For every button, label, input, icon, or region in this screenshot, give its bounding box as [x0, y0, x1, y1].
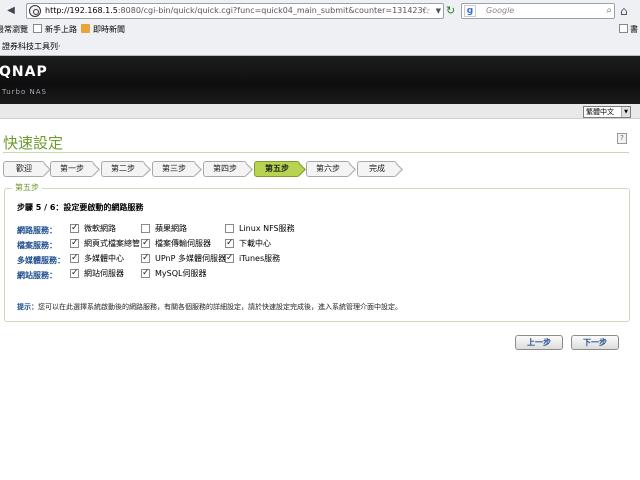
address-text[interactable]: http://192.168.1.5:8080/cgi-bin/quick/qu… [45, 6, 425, 15]
title-divider [3, 152, 629, 153]
option-label: 網站伺服器 [84, 269, 124, 278]
option-label: 蘋果網路 [155, 224, 187, 233]
address-bar[interactable]: http://192.168.1.5:8080/cgi-bin/quick/qu… [26, 3, 444, 19]
option-label: MySQL伺服器 [155, 269, 207, 278]
language-select[interactable]: 繁體中文 ▼ [583, 106, 631, 118]
site-identity-icon[interactable] [29, 5, 41, 17]
checkbox[interactable] [225, 224, 234, 233]
step-3: 第三步 [152, 161, 196, 177]
toolbar-row: 證券科技工具列· [0, 38, 640, 55]
search-bar[interactable]: g Google ⌕ [461, 3, 615, 19]
language-value: 繁體中文 [586, 108, 614, 116]
checkbox[interactable] [70, 223, 79, 234]
next-button[interactable]: 下一步 [571, 335, 619, 350]
checkbox[interactable] [141, 238, 150, 249]
option-label: 微軟網路 [84, 224, 116, 233]
bookmark-label: 即時新聞 [93, 25, 125, 34]
reload-icon[interactable]: ↻ [446, 4, 455, 18]
step-4: 第四步 [203, 161, 247, 177]
checkbox[interactable] [70, 253, 79, 264]
header-decoration [240, 56, 640, 104]
option-label: Linux NFS服務 [239, 224, 295, 233]
bookmark-most-visited[interactable]: 最常瀏覽 [0, 24, 28, 35]
page-title: 快速設定 [3, 134, 64, 152]
google-icon[interactable]: g [464, 5, 476, 17]
step-1: 第一步 [50, 161, 94, 177]
back-icon[interactable]: ◀ [3, 4, 19, 18]
option-label: 多媒體中心 [84, 254, 124, 263]
previous-button[interactable]: 上一步 [515, 335, 563, 350]
browser-chrome: ◀ http://192.168.1.5:8080/cgi-bin/quick/… [0, 0, 640, 56]
file-services-label: 檔案服務： [17, 241, 57, 250]
rss-icon [81, 24, 90, 33]
checkbox[interactable] [225, 238, 234, 249]
bookmark-label: 最常瀏覽 [0, 25, 28, 34]
qnap-subtitle: Turbo NAS [2, 88, 47, 96]
help-icon[interactable]: ? [617, 133, 627, 144]
checkbox[interactable] [225, 253, 234, 264]
checkbox[interactable] [70, 238, 79, 249]
bookmark-label: 新手上路 [45, 25, 77, 34]
url-path: :8080/cgi-bin/quick/quick.cgi?func=quick… [117, 6, 425, 15]
step-tabs: 歡迎 第一步 第二步 第三步 第四步 第五步 第六步 完成 [0, 161, 640, 177]
bookmarks-bar: 最常瀏覽 新手上路 即時新聞 書 [0, 22, 640, 38]
bookmark-getting-started[interactable]: 新手上路 [33, 24, 77, 35]
option-label: 檔案傳輸伺服器 [155, 239, 211, 248]
qnap-logo: QNAP [0, 64, 48, 80]
panel-legend: 第五步 [12, 182, 42, 193]
url-host: http://192.168.1.5 [45, 6, 118, 15]
search-placeholder: Google [486, 6, 515, 15]
bookmarks-menu[interactable]: 書 [619, 24, 638, 35]
bookmark-news[interactable]: 即時新聞 [81, 24, 125, 35]
url-dropdown-icon[interactable]: ▼ [436, 4, 441, 18]
chevron-down-icon: ▼ [621, 107, 630, 117]
bookmark-star-icon[interactable]: ☆ [421, 4, 431, 18]
step-6: 第六步 [306, 161, 350, 177]
hint-body: 您可以在此選擇系統啟動後的網路服務，有關各個服務的詳細設定，請於快速設定完成後，… [38, 303, 402, 311]
checkbox[interactable] [70, 268, 79, 279]
search-icon[interactable]: ⌕ [606, 4, 612, 18]
step-2: 第二步 [101, 161, 145, 177]
bookmarks-icon [619, 24, 628, 33]
step-description: 步驟 5 / 6：設定要啟動的網路服務 [17, 203, 144, 212]
step-welcome: 歡迎 [3, 161, 45, 177]
checkbox[interactable] [141, 224, 150, 233]
language-bar: 繁體中文 ▼ [0, 104, 640, 119]
home-icon[interactable]: ⌂ [620, 3, 628, 19]
option-label: UPnP 多媒體伺服器 [155, 254, 226, 263]
option-label: iTunes服務 [239, 254, 281, 263]
navigation-bar: ◀ http://192.168.1.5:8080/cgi-bin/quick/… [0, 0, 640, 22]
checkbox[interactable] [141, 268, 150, 279]
network-services-label: 網路服務： [17, 226, 57, 235]
web-services-label: 網站服務： [17, 271, 57, 280]
hint-label: 提示： [17, 303, 38, 311]
hint-text: 提示：您可以在此選擇系統啟動後的網路服務，有關各個服務的詳細設定，請於快速設定完… [17, 302, 402, 312]
bookmarks-menu-label: 書 [630, 25, 638, 34]
checkbox[interactable] [141, 253, 150, 264]
toolbar-menu[interactable]: 證券科技工具列· [2, 41, 61, 52]
multimedia-services-label: 多媒體服務： [17, 256, 65, 265]
step-5-active: 第五步 [254, 161, 300, 177]
qnap-header: QNAP Turbo NAS [0, 56, 640, 104]
step-finish: 完成 [357, 161, 397, 177]
document-icon [33, 24, 42, 33]
option-label: 下載中心 [239, 239, 271, 248]
option-label: 網頁式檔案總管 [84, 239, 140, 248]
